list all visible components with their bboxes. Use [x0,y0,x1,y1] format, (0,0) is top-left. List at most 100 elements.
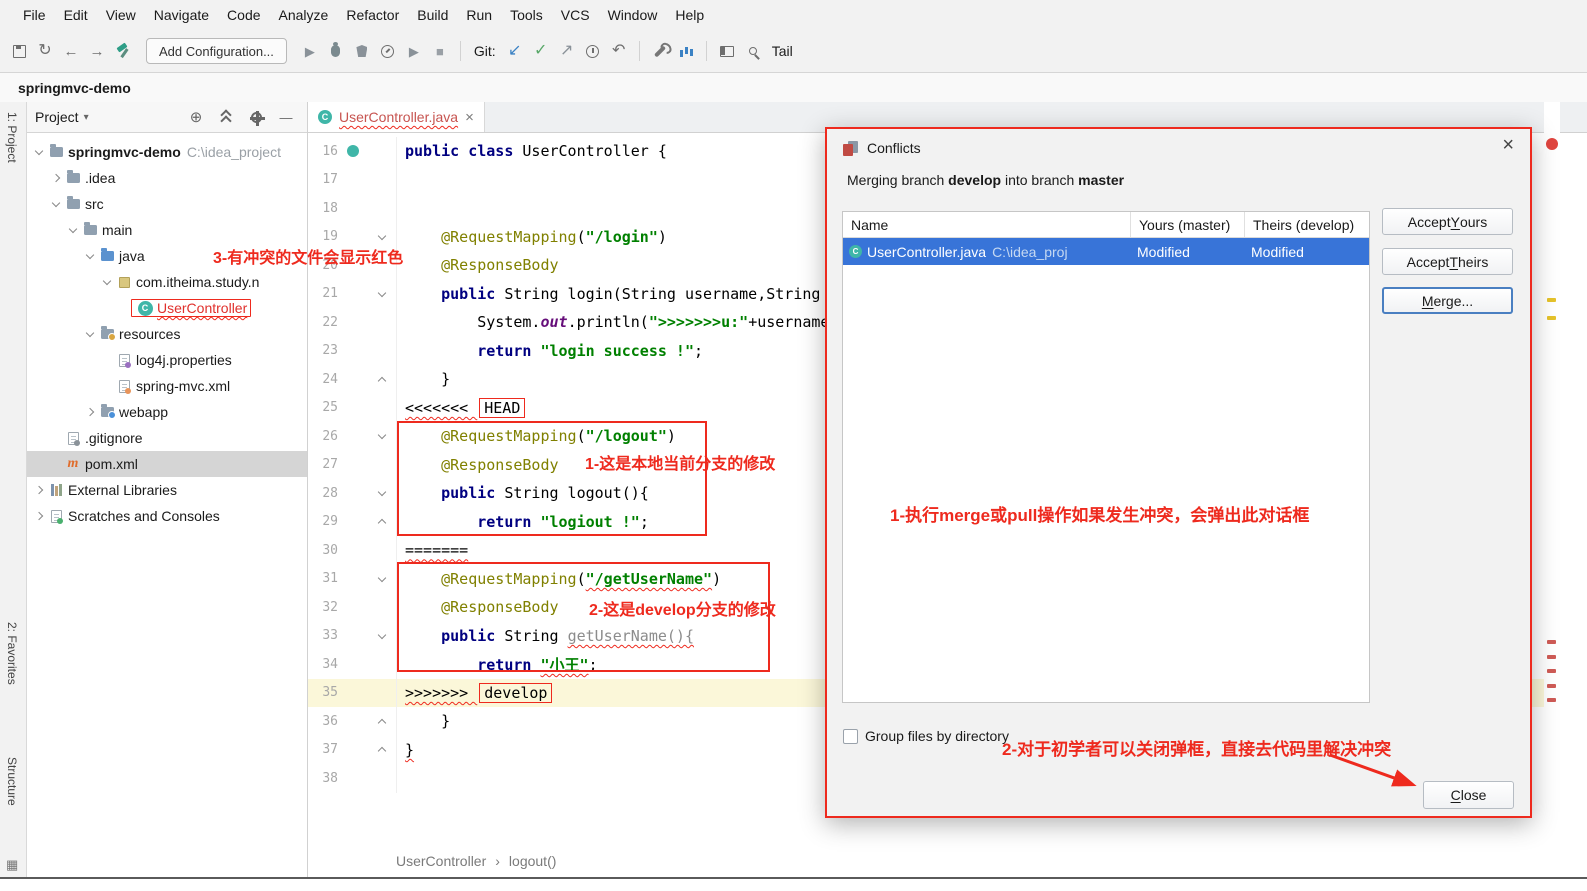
wrench-icon[interactable] [647,39,673,63]
tree-item-gitignore[interactable]: .gitignore [27,425,307,451]
commit-icon[interactable]: ✓ [528,39,554,63]
conflicts-dialog: Conflicts × Merging branch develop into … [825,127,1532,818]
stripe-favorites-button[interactable]: 2: Favorites [5,622,19,685]
tree-item-idea[interactable]: .idea [27,165,307,191]
toolbar-right-icons [714,39,766,63]
toolwindow-icon[interactable] [714,39,740,63]
conflict-table: Name Yours (master) Theirs (develop) C User… [842,211,1370,703]
save-all-icon[interactable] [6,39,32,63]
tree-item-pom-xml[interactable]: m pom.xml [27,451,307,477]
folder-icon [80,222,100,235]
toolbar-separator [638,41,640,61]
play-icon[interactable]: ▶ [401,39,427,63]
close-button[interactable]: Close [1423,781,1514,809]
tree-item-scratches-and-consoles[interactable]: Scratches and Consoles [27,503,307,529]
menu-refactor[interactable]: Refactor [337,3,408,27]
stripe-mark [1547,669,1556,673]
tree-item-com-itheima-study-n[interactable]: com.itheima.study.n [27,269,307,295]
res-folder-icon [97,326,117,341]
project-name: springmvc-demo [18,79,131,96]
menu-run[interactable]: Run [457,3,501,27]
stripe-mark [1547,655,1556,659]
tree-item-external-libraries[interactable]: External Libraries [27,477,307,503]
debug-icon[interactable] [323,39,349,63]
update-project-icon[interactable]: ↙ [502,39,528,63]
stripe-project-button[interactable]: 1: Project [5,112,19,163]
menu-navigate[interactable]: Navigate [145,3,218,27]
group-files-checkbox[interactable]: Group files by directory [843,728,1009,744]
tree-item-java[interactable]: java [27,243,307,269]
panel-header-icons: ⊕ — [183,105,299,129]
menu-tools[interactable]: Tools [501,3,552,27]
stripe-mark [1547,298,1556,302]
error-stripe-indicator [1546,138,1558,150]
tree-item-springmvc-demo[interactable]: springmvc-demo C:\idea_project [27,139,307,165]
menu-view[interactable]: View [97,3,145,27]
search-icon[interactable] [740,39,766,63]
git-label: Git: [473,43,496,59]
tab-usercontroller-java[interactable]: C UserController.java × [308,102,485,132]
stripe-mark [1547,684,1556,688]
checkbox-icon[interactable] [843,728,858,744]
accept-theirs-button[interactable]: Accept Theirs [1382,248,1513,275]
stripe-structure-button[interactable]: Structure [5,757,19,806]
menu-build[interactable]: Build [408,3,457,27]
menu-bar-items: File Edit View Navigate Code Analyze Refactor B… [14,3,713,27]
tail-button[interactable]: Tail [772,43,793,59]
folder-icon [63,170,83,183]
menu-bar: File Edit View Navigate Code Analyze Refactor B… [0,0,1587,30]
profiler-icon[interactable] [375,39,401,63]
dialog-conflict-note: 1-执行merge或pull操作如果发生冲突，会弹出此对话框 [890,506,1310,525]
run-icon[interactable]: ▶ [297,39,323,63]
back-icon[interactable]: ← [58,39,84,63]
menu-file[interactable]: File [14,3,55,27]
tree-item-spring-mvc-xml[interactable]: spring-mvc.xml [27,373,307,399]
changes-icon[interactable] [673,39,699,63]
toolwindow-toggle-icon[interactable]: ▦ [6,857,18,873]
build-icon[interactable] [110,39,136,63]
menu-code[interactable]: Code [218,3,269,27]
add-configuration-button[interactable]: Add Configuration... [146,38,287,64]
settings-icon[interactable] [243,105,269,129]
breadcrumb-method[interactable]: logout() [509,853,556,869]
locate-icon[interactable]: ⊕ [183,105,209,129]
accept-yours-button[interactable]: Accept Yours [1382,208,1513,235]
menu-window[interactable]: Window [599,3,667,27]
menu-analyze[interactable]: Analyze [270,3,338,27]
tab-close-icon[interactable]: × [465,110,474,125]
sync-icon[interactable]: ↻ [32,39,58,63]
dialog-title: Conflicts [867,140,921,156]
conflicts-icon [843,140,858,156]
coverage-icon[interactable] [349,39,375,63]
menu-help[interactable]: Help [666,3,713,27]
overview-ruler[interactable] [1544,102,1560,877]
history-icon[interactable] [580,39,606,63]
collapse-all-icon[interactable] [213,105,239,129]
tree-item-main[interactable]: main [27,217,307,243]
project-icon [46,144,66,157]
breadcrumb-class[interactable]: UserController [396,853,486,869]
menu-vcs[interactable]: VCS [552,3,599,27]
project-panel-header: Project ▾ ⊕ — [27,102,307,133]
tree-item-webapp[interactable]: webapp [27,399,307,425]
column-header-yours-master: Yours (master) [1131,212,1245,237]
tree-item-src[interactable]: src [27,191,307,217]
forward-icon[interactable]: → [84,39,110,63]
dialog-close-icon[interactable]: × [1502,134,1514,157]
file-prop-icon [114,353,134,368]
tree-item-usercontroller[interactable]: C UserController [27,295,307,321]
hide-panel-icon[interactable]: — [273,105,299,129]
menu-edit[interactable]: Edit [55,3,97,27]
merge-button[interactable]: Merge... [1382,287,1513,314]
class-file-icon: C [849,245,862,258]
chevron-down-icon[interactable]: ▾ [84,112,89,123]
panel-title[interactable]: Project [35,109,79,125]
tree-item-resources[interactable]: resources [27,321,307,347]
toolbar-tool-icons [647,39,699,63]
rollback-icon[interactable]: ↶ [606,39,632,63]
tab-label: UserController.java [339,109,459,125]
push-icon[interactable]: ↗ [554,39,580,63]
conflict-row-usercontroller-java[interactable]: C UserController.java C:\idea_proj Modified… [843,238,1369,265]
tree-item-log4j-properties[interactable]: log4j.properties [27,347,307,373]
stop-icon[interactable]: ■ [427,39,453,63]
